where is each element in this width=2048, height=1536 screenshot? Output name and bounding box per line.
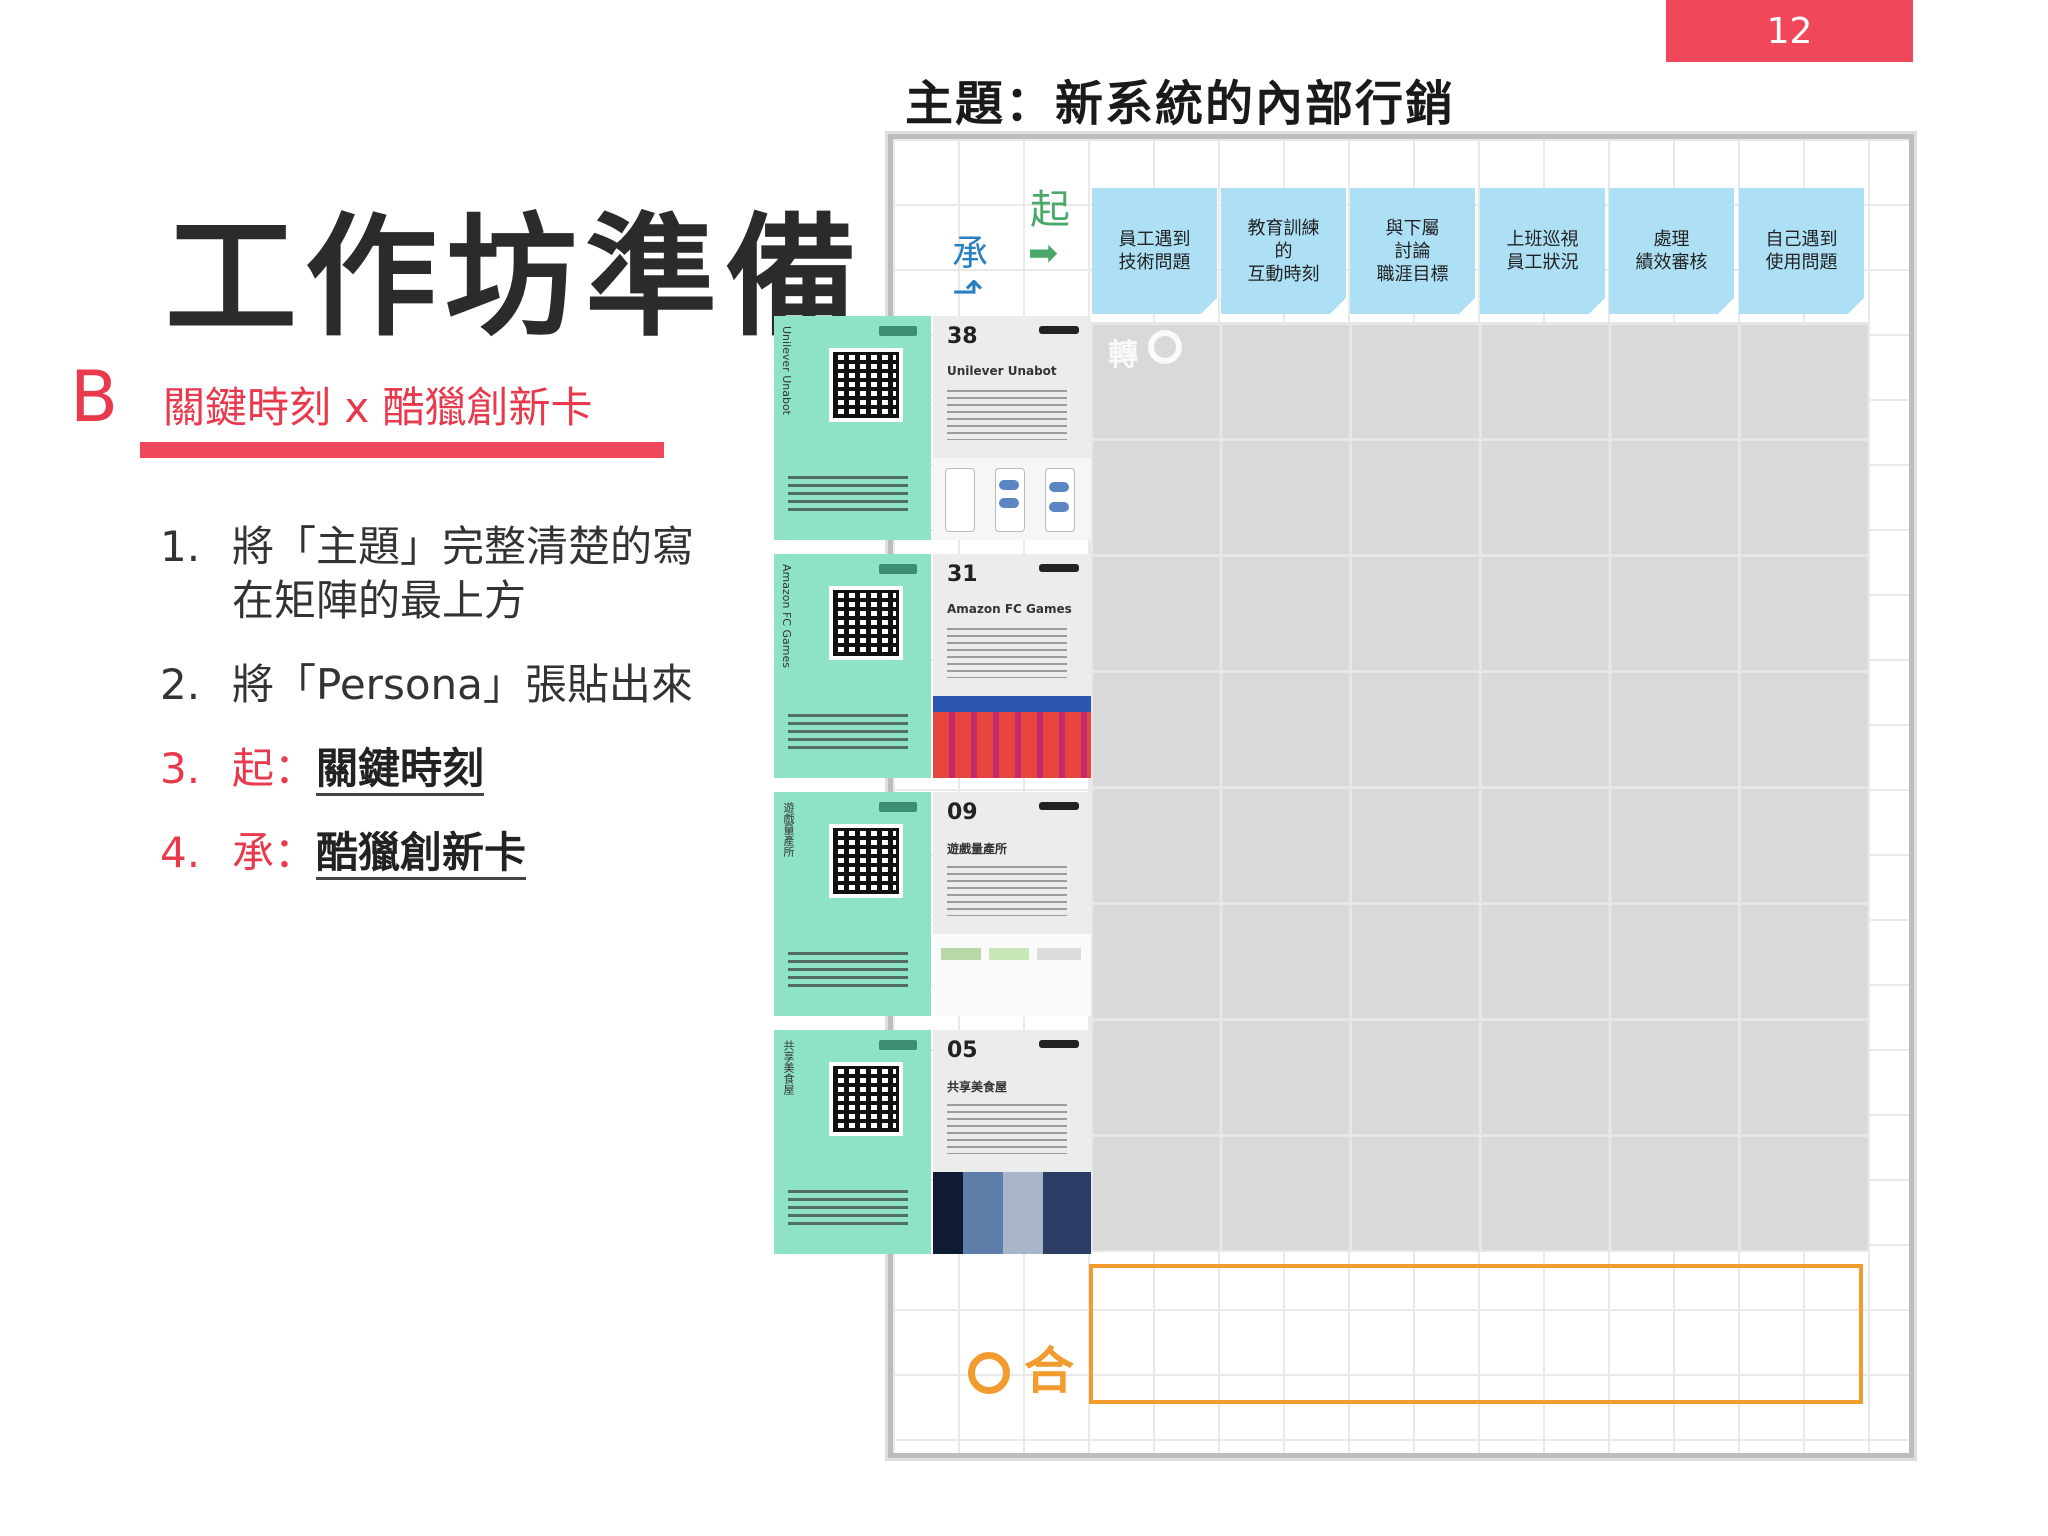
step-number: 1. — [160, 522, 201, 571]
card-description — [947, 1104, 1067, 1154]
card-pill — [1039, 564, 1079, 572]
step-1: 1. 將「主題」完整清楚的寫 在矩陣的最上方 — [160, 520, 694, 658]
phone-illustration — [945, 468, 975, 532]
chat-bubble — [999, 480, 1019, 490]
step-3: 3. 起：關鍵時刻 — [160, 742, 694, 826]
column-header-text: 上班巡視 員工狀況 — [1506, 229, 1579, 273]
ring-icon — [1148, 330, 1182, 364]
card-front: 09 遊戲量產所 — [933, 792, 1091, 1016]
card-number: 38 — [947, 324, 978, 349]
card-image — [933, 934, 1091, 1016]
card-side-label: 共享美食屋 — [782, 1040, 795, 1095]
card-back-text — [788, 952, 908, 992]
step-text: 將「主題」完整清楚的寫 在矩陣的最上方 — [232, 522, 695, 625]
qr-code-icon — [829, 348, 903, 422]
step-2: 2. 將「Persona」張貼出來 — [160, 658, 694, 742]
innovation-card: 共享美食屋 05 共享美食屋 — [774, 1030, 1092, 1254]
column-header: 與下屬 討論 職涯目標 — [1350, 188, 1475, 314]
qi-label: 起 — [1030, 187, 1070, 233]
card-back: 遊戲量產所 — [774, 792, 931, 1016]
card-number: 09 — [947, 800, 978, 825]
card-number: 31 — [947, 562, 978, 587]
column-header-text: 處理 績效審核 — [1635, 229, 1708, 273]
arrow-up-icon: ⬏ — [952, 269, 984, 313]
arrow-right-icon: ➡ — [1028, 233, 1059, 274]
card-front: 31 Amazon FC Games — [933, 554, 1091, 778]
page-number-badge: 12 — [1666, 0, 1913, 62]
innovation-card: 遊戲量產所 09 遊戲量產所 — [774, 792, 1092, 1016]
step-link-innovation-cards[interactable]: 酷獵創新卡 — [316, 828, 527, 880]
column-header: 上班巡視 員工狀況 — [1480, 188, 1605, 314]
faded-mark: 轉 — [1108, 338, 1138, 373]
card-description — [947, 628, 1067, 678]
card-name: Unilever Unabot — [947, 364, 1057, 378]
card-tag — [879, 1040, 917, 1050]
column-header-text: 員工遇到 技術問題 — [1118, 229, 1191, 273]
he-label: 合 — [1024, 1342, 1074, 1400]
step-number: 2. — [160, 660, 201, 709]
circle-icon — [968, 1352, 1010, 1394]
card-front: 05 共享美食屋 — [933, 1030, 1091, 1254]
card-side-label: Unilever Unabot — [780, 326, 793, 415]
theme-title: 主題：新系統的內部行銷 — [905, 76, 1456, 132]
card-image — [933, 696, 1091, 778]
qr-code-icon — [829, 1062, 903, 1136]
page-title: 工作坊準備 — [165, 201, 865, 355]
chat-bubble — [999, 498, 1019, 508]
card-side-label: Amazon FC Games — [780, 564, 793, 668]
card-front: 38 Unilever Unabot — [933, 316, 1091, 540]
column-header: 員工遇到 技術問題 — [1092, 188, 1217, 314]
column-header-text: 教育訓練 的 互動時刻 — [1247, 217, 1320, 285]
column-header: 教育訓練 的 互動時刻 — [1221, 188, 1346, 314]
card-back-text — [788, 1190, 908, 1230]
card-description — [947, 390, 1067, 440]
column-header-text: 與下屬 討論 職涯目標 — [1376, 217, 1449, 285]
column-header: 處理 績效審核 — [1609, 188, 1734, 314]
step-text: 將「Persona」張貼出來 — [232, 660, 693, 709]
step-link-key-moments[interactable]: 關鍵時刻 — [316, 744, 485, 796]
step-number: 4. — [160, 828, 201, 877]
card-description — [947, 866, 1067, 916]
he-row-box — [1089, 1264, 1863, 1404]
card-pill — [1039, 1040, 1079, 1048]
card-name: 遊戲量產所 — [947, 842, 1008, 856]
card-image — [933, 1172, 1091, 1254]
qr-code-icon — [829, 586, 903, 660]
card-tag — [879, 326, 917, 336]
card-number: 05 — [947, 1038, 978, 1063]
card-pill — [1039, 802, 1079, 810]
card-back: 共享美食屋 — [774, 1030, 931, 1254]
column-header: 自己遇到 使用問題 — [1739, 188, 1864, 314]
cheng-label: 承 — [952, 233, 989, 274]
card-name: 共享美食屋 — [947, 1080, 1008, 1094]
step-prefix: 起： — [232, 744, 317, 793]
matrix-grid — [1090, 322, 1868, 1252]
chat-bubble — [1049, 482, 1069, 492]
card-back-text — [788, 714, 908, 754]
card-tag — [879, 802, 917, 812]
section-underline — [140, 442, 664, 458]
card-tag — [879, 564, 917, 574]
section-letter: B — [70, 356, 119, 438]
chat-bubble — [1049, 502, 1069, 512]
card-name: Amazon FC Games — [947, 602, 1072, 616]
card-back: Unilever Unabot — [774, 316, 931, 540]
step-prefix: 承： — [232, 828, 317, 877]
column-header-text: 自己遇到 使用問題 — [1765, 229, 1838, 273]
step-4: 4. 承：酷獵創新卡 — [160, 826, 694, 880]
section-subtitle: 關鍵時刻 x 酷獵創新卡 — [163, 383, 593, 432]
card-image — [933, 458, 1091, 540]
steps-list: 1. 將「主題」完整清楚的寫 在矩陣的最上方 2. 將「Persona」張貼出來… — [160, 520, 694, 880]
card-back: Amazon FC Games — [774, 554, 931, 778]
card-side-label: 遊戲量產所 — [782, 802, 795, 857]
step-number: 3. — [160, 744, 201, 793]
phone-illustration — [1045, 468, 1075, 532]
innovation-card: Amazon FC Games 31 Amazon FC Games — [774, 554, 1092, 778]
qr-code-icon — [829, 824, 903, 898]
card-back-text — [788, 476, 908, 516]
card-pill — [1039, 326, 1079, 334]
innovation-card: Unilever Unabot 38 Unilever Unabot — [774, 316, 1092, 540]
